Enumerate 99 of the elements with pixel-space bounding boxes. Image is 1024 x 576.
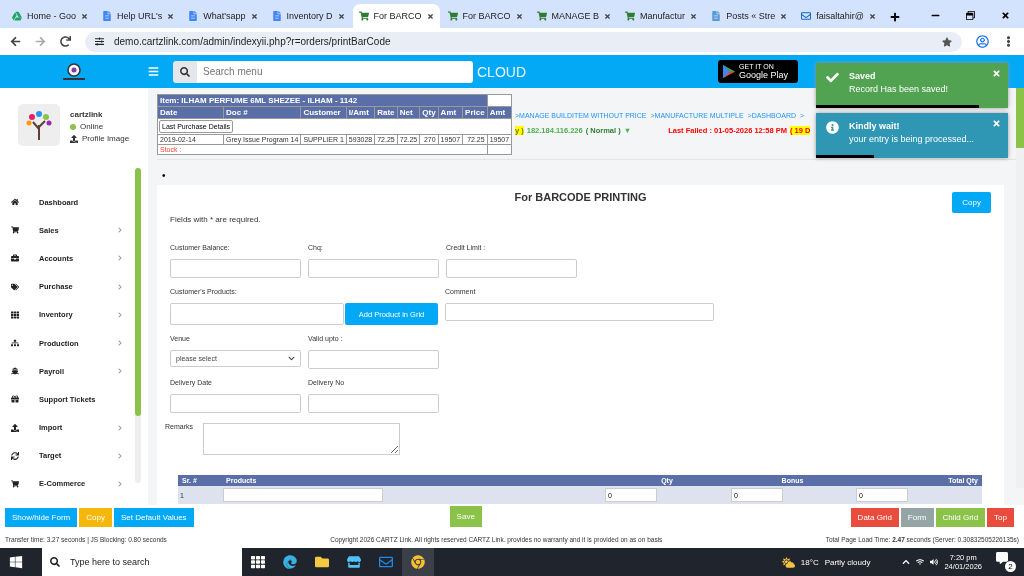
form-title: For BARCODE PRINTING <box>514 191 647 203</box>
search-icon <box>180 66 190 77</box>
close-icon <box>780 12 788 20</box>
toast-title: Saved <box>849 71 877 81</box>
nav-icon <box>11 310 19 319</box>
cart-icon <box>358 11 369 21</box>
nav-icon <box>11 226 19 235</box>
tree-logo-avatar <box>18 104 60 146</box>
volume-icon <box>930 558 939 566</box>
site-settings-icon <box>95 37 104 46</box>
browser-tab[interactable]: Home - Goo <box>6 4 95 28</box>
url-text: demo.cartzlink.com/admin/indexyii.php?r=orders/printBarCode <box>114 36 391 47</box>
weather-text: Partly cloudy <box>824 557 871 567</box>
bookmark-icon <box>942 36 952 47</box>
browser-tab[interactable]: Manufactur <box>619 4 704 28</box>
temperature-text: 18°C <box>800 557 819 567</box>
input-field[interactable] <box>446 259 577 278</box>
scrollbar-track[interactable] <box>135 168 141 483</box>
browser-tab[interactable]: Help URL's <box>96 4 181 28</box>
drive-icon <box>12 11 22 21</box>
play-triangle-icon <box>722 64 736 79</box>
close-icon <box>868 12 876 20</box>
brand-text: CLOUD <box>477 63 526 80</box>
close-icon <box>515 12 523 20</box>
nav-icon <box>11 198 19 207</box>
nav-icon <box>11 395 19 404</box>
remarks-field[interactable] <box>203 423 400 455</box>
browser-tab[interactable]: faisaltahir@ <box>795 4 882 28</box>
input-field[interactable] <box>170 394 301 413</box>
document-icon <box>271 11 282 21</box>
close-icon <box>604 12 612 20</box>
toast-message: Record Has been saved! <box>849 84 949 94</box>
input-field[interactable] <box>308 259 439 278</box>
required-note: Fields with * are required. <box>170 215 262 224</box>
search-icon <box>50 557 60 567</box>
nav-icon <box>11 339 19 348</box>
input-field[interactable] <box>170 259 301 278</box>
forward-icon[interactable] <box>35 36 46 47</box>
nav-icon <box>11 367 19 376</box>
nav-icon <box>11 282 19 291</box>
dropdown-caret-icon <box>288 355 295 362</box>
new-tab-icon[interactable] <box>889 12 900 22</box>
taskbar-search-field[interactable]: Type here to search <box>42 548 242 576</box>
chrome-icon[interactable] <box>402 548 434 576</box>
wifi-icon <box>916 558 925 566</box>
popup-title: Item: ILHAM PERFUME 6ML SHEZEE - ILHAM - 1142 <box>157 94 488 107</box>
cart-icon <box>625 11 636 21</box>
scrollbar-thumb[interactable] <box>135 168 141 416</box>
profile-icon[interactable] <box>976 35 989 48</box>
document-icon <box>188 11 199 21</box>
browser-tab[interactable]: For BARCO <box>441 4 529 28</box>
address-bar[interactable]: demo.cartzlink.com/admin/indexyii.php?r=orders/printBarCode <box>85 31 962 52</box>
page-scrollbar[interactable] <box>1016 88 1024 488</box>
input-field[interactable] <box>170 303 344 325</box>
browser-tab[interactable]: What'sapp <box>182 4 264 28</box>
close-icon <box>81 12 89 20</box>
cart-icon <box>536 11 547 21</box>
upload-icon <box>70 134 78 143</box>
nav-icon <box>11 254 19 263</box>
action-button[interactable]: Data Grid <box>850 508 899 527</box>
nav-icon <box>11 423 19 432</box>
input-field[interactable] <box>308 394 439 413</box>
action-button[interactable]: Top <box>987 508 1014 527</box>
nav-icon <box>11 479 19 488</box>
close-icon <box>250 12 258 20</box>
browser-tab[interactable]: MANAGE B <box>530 4 618 28</box>
status-text: Online <box>80 122 104 131</box>
search-button[interactable] <box>173 60 197 83</box>
page-icon <box>711 11 722 21</box>
back-icon[interactable] <box>10 36 21 47</box>
close-icon <box>167 12 175 20</box>
browser-tab[interactable]: For BARCO <box>352 4 440 28</box>
user-name: cartzlink <box>70 110 104 119</box>
document-icon <box>102 11 113 21</box>
badge-large-text: Google Play <box>739 70 789 80</box>
input-field[interactable] <box>445 303 714 321</box>
close-icon <box>337 12 345 20</box>
search-field[interactable]: Search menu <box>197 60 473 83</box>
toast-title: Kindly wait! <box>849 121 901 131</box>
toast-message: your entry is being processed... <box>849 134 975 144</box>
browser-tab[interactable]: Posts « Stre <box>705 4 794 28</box>
profile-image-link[interactable]: Profile Image <box>70 134 130 143</box>
close-icon <box>426 12 434 20</box>
chevron-icon <box>902 558 911 566</box>
restore-icon[interactable] <box>966 11 975 20</box>
reload-icon[interactable] <box>60 36 71 47</box>
bullet-mark: • <box>161 169 167 183</box>
close-icon <box>690 12 698 20</box>
online-dot <box>70 123 76 130</box>
close-icon[interactable] <box>1001 11 1010 20</box>
product-input[interactable] <box>223 488 383 502</box>
mail-icon <box>801 11 812 21</box>
check-icon <box>826 71 839 84</box>
nav-icon <box>11 451 19 460</box>
input-field[interactable] <box>308 350 439 369</box>
browser-tab[interactable]: Inventory D <box>265 4 351 28</box>
cart-icon <box>447 11 458 21</box>
info-icon <box>826 121 839 134</box>
weather-icon <box>781 555 795 569</box>
